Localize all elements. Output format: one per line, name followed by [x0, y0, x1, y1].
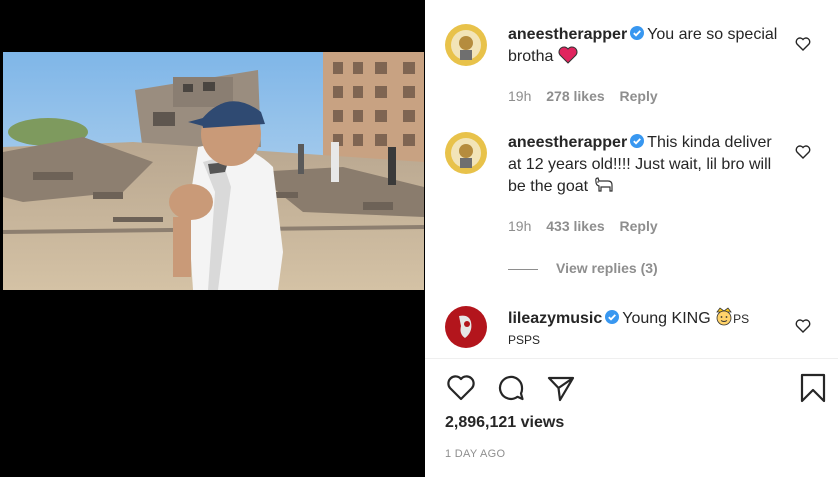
comment-item: lileazymusic Young KING PS PSPS — [445, 306, 825, 358]
verified-icon — [630, 26, 645, 40]
view-replies-label: View replies (3) — [556, 260, 658, 276]
verified-icon — [630, 134, 645, 148]
red-heart-emoji — [558, 46, 578, 64]
action-bar — [445, 372, 831, 406]
comment-icon[interactable] — [495, 372, 527, 404]
comment-meta: 19h 433 likes Reply — [508, 218, 669, 234]
comment-username[interactable]: aneestherapper — [508, 26, 627, 43]
avatar[interactable] — [445, 132, 487, 174]
comment-username[interactable]: aneestherapper — [508, 134, 627, 151]
comment-time: 19h — [508, 88, 532, 104]
comments-panel: aneestherapper You are so special brotha … — [425, 0, 838, 477]
comment-meta: 19h 278 likes Reply — [508, 88, 669, 104]
verified-icon — [605, 310, 620, 324]
video-player[interactable] — [0, 0, 425, 477]
bookmark-icon[interactable] — [797, 372, 829, 404]
comment-text-line2: PSPS — [508, 333, 541, 347]
heart-icon[interactable] — [445, 372, 477, 404]
comment-username[interactable]: lileazymusic — [508, 310, 602, 327]
comment-content: aneestherapper You are so special brotha — [508, 24, 786, 68]
reply-button[interactable]: Reply — [620, 88, 658, 104]
goat-emoji — [594, 177, 613, 192]
view-replies-button[interactable]: View replies (3) — [508, 260, 658, 276]
comment-likes[interactable]: 278 likes — [546, 88, 604, 104]
video-frame[interactable] — [3, 52, 424, 290]
crown-face-emoji — [716, 307, 732, 326]
comment-content: aneestherapper This kinda deliver at 12 y… — [508, 132, 786, 198]
like-comment-heart-icon[interactable] — [795, 144, 811, 160]
like-comment-heart-icon[interactable] — [795, 318, 811, 334]
comment-item: aneestherapper You are so special brotha … — [445, 24, 825, 114]
comment-likes[interactable]: 433 likes — [546, 218, 604, 234]
comment-time: 19h — [508, 218, 532, 234]
view-count[interactable]: 2,896,121 views — [445, 414, 564, 432]
post-date[interactable]: 1 DAY AGO — [445, 448, 505, 460]
comment-text-suffix: PS — [733, 312, 750, 326]
video-thumbnail — [3, 52, 424, 290]
avatar[interactable] — [445, 24, 487, 66]
like-comment-heart-icon[interactable] — [795, 36, 811, 52]
comment-text: Young KING — [622, 310, 711, 327]
divider — [425, 358, 838, 359]
avatar[interactable] — [445, 306, 487, 348]
reply-button[interactable]: Reply — [620, 218, 658, 234]
share-icon[interactable] — [545, 372, 577, 404]
view-replies-line — [508, 268, 538, 270]
comment-content: lileazymusic Young KING PS PSPS — [508, 306, 786, 348]
